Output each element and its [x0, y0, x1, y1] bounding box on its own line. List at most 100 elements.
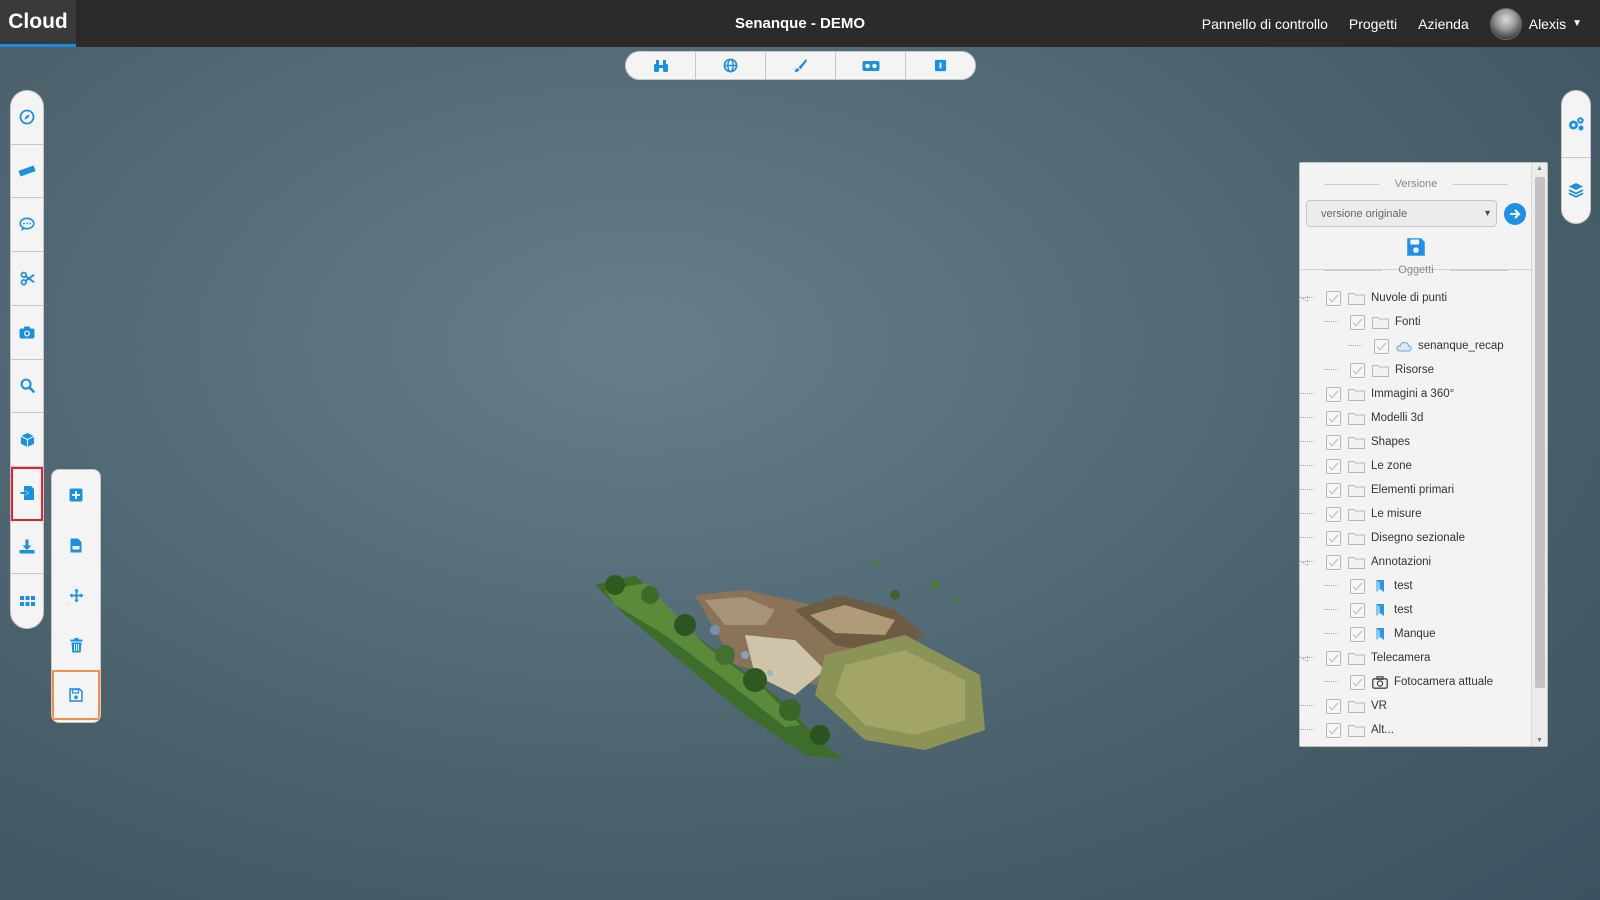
expand-toggle-icon[interactable]: ◁ [1302, 294, 1308, 303]
tree-connector [1300, 537, 1314, 538]
measure-tool-button[interactable] [11, 145, 43, 199]
box-button[interactable] [906, 52, 975, 79]
search-tool-button[interactable] [11, 360, 43, 414]
visibility-checkbox[interactable] [1326, 698, 1341, 714]
nav-projects[interactable]: Progetti [1349, 16, 1397, 32]
visibility-checkbox[interactable] [1326, 386, 1341, 402]
expand-toggle-icon[interactable]: ◁ [1302, 558, 1308, 567]
tree-item[interactable]: test [1300, 598, 1532, 622]
globe-icon [723, 58, 738, 73]
visibility-checkbox[interactable] [1350, 362, 1365, 378]
import-tool-button[interactable] [11, 466, 43, 521]
tree-item-label: Modelli 3d [1371, 412, 1424, 424]
tree-item[interactable]: Elementi primari [1300, 478, 1532, 502]
trash-icon [70, 637, 82, 652]
tree-connector [1324, 369, 1338, 370]
globe-button[interactable] [696, 52, 766, 79]
visibility-checkbox[interactable] [1326, 290, 1341, 306]
tree-item[interactable]: Annotazioni ◁ [1300, 550, 1532, 574]
tree-item[interactable]: VR [1300, 694, 1532, 718]
apps-tool-button[interactable] [11, 574, 43, 628]
tree-item-label: Nuvole di punti [1371, 292, 1448, 304]
apply-version-button[interactable] [1504, 202, 1526, 225]
tree-item[interactable]: Immagini a 360° [1300, 382, 1532, 406]
save-file-button[interactable] [52, 670, 100, 720]
nav-company[interactable]: Azienda [1418, 16, 1469, 32]
tree-item[interactable]: Le zone [1300, 454, 1532, 478]
tree-item[interactable]: Telecamera ◁ [1300, 646, 1532, 670]
user-name: Alexis [1528, 15, 1567, 32]
tree-item[interactable]: Disegno sezionale [1300, 526, 1532, 550]
visibility-checkbox[interactable] [1326, 554, 1341, 570]
tree-item[interactable]: Fotocamera attuale [1300, 670, 1532, 694]
file-import-icon [20, 486, 34, 501]
folder-icon [1372, 316, 1389, 329]
scroll-up-icon[interactable]: ▲ [1536, 165, 1543, 172]
save-version-button[interactable] [1406, 237, 1426, 259]
visibility-checkbox[interactable] [1374, 338, 1389, 354]
download-tool-button[interactable] [11, 521, 43, 575]
objects-tree: Nuvole di punti ◁ Fonti senanque_recap Risor… [1300, 286, 1532, 742]
version-section-title: Versione [1308, 178, 1524, 190]
visibility-checkbox[interactable] [1326, 722, 1341, 738]
tree-item-label: test [1394, 580, 1413, 592]
panel-scrollbar[interactable]: ▲ ▼ [1531, 163, 1547, 746]
compass-icon [19, 109, 35, 125]
visibility-checkbox[interactable] [1326, 650, 1341, 666]
download-icon [19, 539, 35, 554]
screenshot-tool-button[interactable] [11, 306, 43, 360]
tree-connector [1348, 345, 1362, 346]
visibility-checkbox[interactable] [1350, 674, 1365, 690]
visibility-checkbox[interactable] [1326, 530, 1341, 546]
version-select[interactable]: versione originale ▾ [1306, 200, 1497, 227]
tree-item[interactable]: Shapes [1300, 430, 1532, 454]
layers-button[interactable] [1562, 158, 1590, 224]
tree-item[interactable]: Fonti [1300, 310, 1532, 334]
point-cloud-model[interactable] [595, 555, 1015, 770]
clip-tool-button[interactable] [11, 252, 43, 306]
move-button[interactable] [52, 570, 100, 620]
comment-icon [19, 217, 35, 232]
scroll-thumb[interactable] [1535, 177, 1545, 688]
tree-item-label: Fotocamera attuale [1394, 676, 1494, 688]
visibility-checkbox[interactable] [1326, 434, 1341, 450]
folder-icon [1348, 652, 1365, 665]
model-tool-button[interactable] [11, 413, 43, 467]
scroll-down-icon[interactable]: ▼ [1536, 737, 1543, 744]
delete-button[interactable] [52, 620, 100, 670]
import-csv-button[interactable] [52, 520, 100, 570]
binoculars-button[interactable] [626, 52, 696, 79]
visibility-checkbox[interactable] [1350, 314, 1365, 330]
tree-item[interactable]: senanque_recap [1300, 334, 1532, 358]
expand-toggle-icon[interactable]: ◁ [1302, 654, 1308, 663]
annotation-tool-button[interactable] [11, 198, 43, 253]
folder-icon [1348, 484, 1365, 497]
vr-button[interactable] [836, 52, 906, 79]
nav-dashboard[interactable]: Pannello di controllo [1202, 16, 1328, 32]
visibility-checkbox[interactable] [1350, 602, 1365, 618]
brush-button[interactable] [766, 52, 836, 79]
tree-item-label: Shapes [1371, 436, 1411, 448]
tree-item[interactable]: Modelli 3d [1300, 406, 1532, 430]
visibility-checkbox[interactable] [1326, 482, 1341, 498]
tree-item-label: Annotazioni [1371, 556, 1432, 568]
brand-logo[interactable]: Cloud [0, 0, 76, 47]
settings-button[interactable] [1562, 91, 1590, 158]
visibility-checkbox[interactable] [1350, 626, 1365, 642]
add-item-button[interactable] [52, 470, 100, 520]
visibility-checkbox[interactable] [1350, 578, 1365, 594]
tree-item[interactable]: Nuvole di punti ◁ [1300, 286, 1532, 310]
user-menu[interactable]: Alexis ▼ [1489, 7, 1582, 40]
visibility-checkbox[interactable] [1326, 506, 1341, 522]
navigation-tool-button[interactable] [11, 91, 43, 145]
tree-item[interactable]: test [1300, 574, 1532, 598]
tree-item[interactable]: Manque [1300, 622, 1532, 646]
left-toolbar [10, 90, 44, 629]
tree-item-label: Risorse [1395, 364, 1434, 376]
visibility-checkbox[interactable] [1326, 410, 1341, 426]
tree-item[interactable]: Alt... [1300, 718, 1532, 742]
tree-item[interactable]: Risorse [1300, 358, 1532, 382]
chevron-down-icon: ▾ [1484, 208, 1490, 219]
visibility-checkbox[interactable] [1326, 458, 1341, 474]
tree-item[interactable]: Le misure [1300, 502, 1532, 526]
